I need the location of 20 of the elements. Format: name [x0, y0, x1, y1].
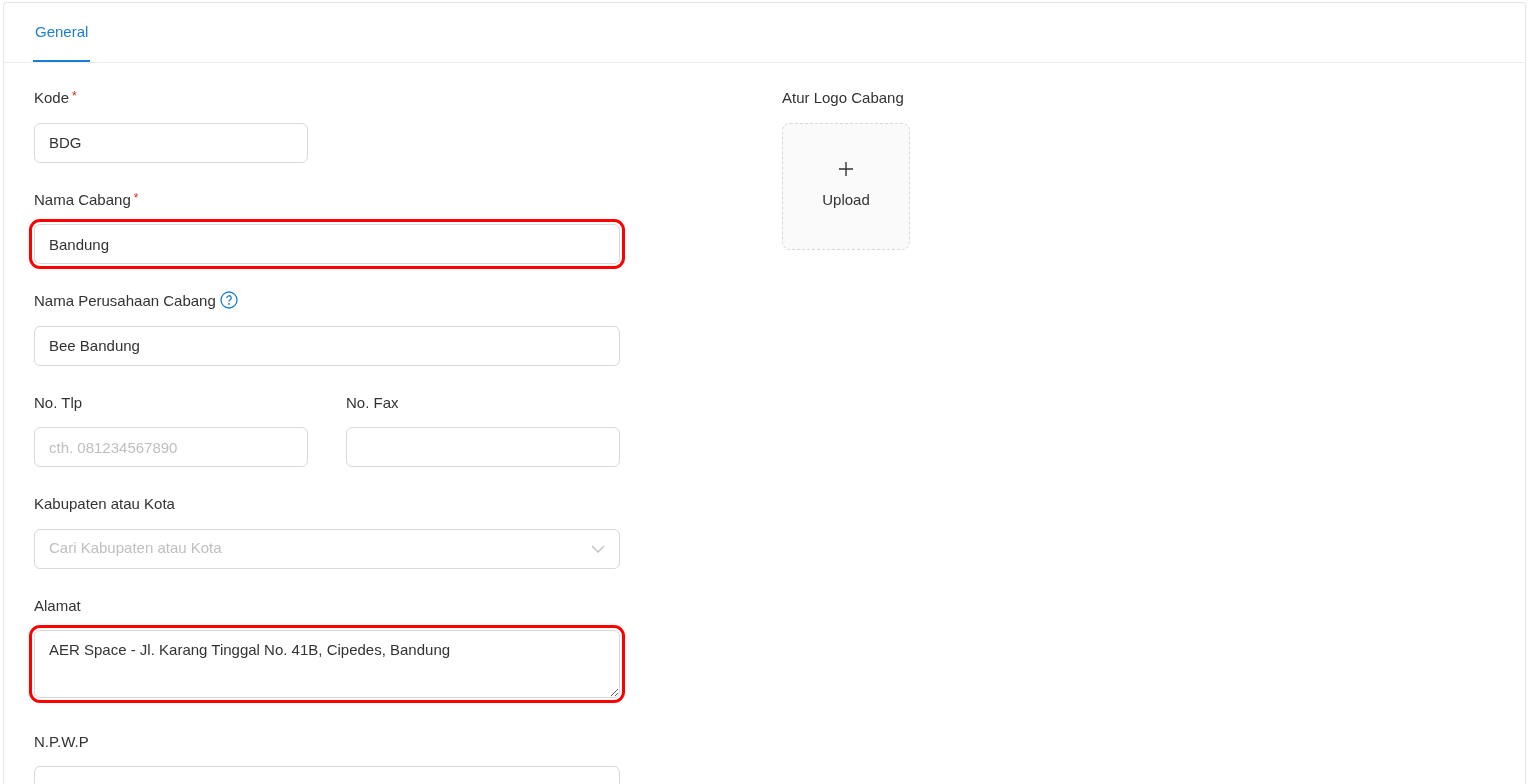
field-label: N.P.W.P [34, 731, 89, 752]
input-field[interactable] [346, 427, 620, 467]
field-label: Nama Cabang [34, 189, 131, 210]
input-field[interactable]: cth. 081234567890 [34, 427, 308, 467]
plus-icon [838, 160, 854, 177]
upload-button[interactable]: Upload [782, 122, 910, 250]
tab[interactable]: General [33, 20, 91, 62]
field-label: Atur Logo Cabang [782, 88, 904, 108]
field-label: No. Tlp [34, 392, 83, 413]
field-label: No. Fax [346, 392, 399, 413]
required-mark: * [72, 89, 77, 103]
field-label: Alamat [34, 595, 81, 616]
field-label: Nama Perusahaan Cabang [34, 291, 216, 311]
field-label: Kode [34, 88, 70, 108]
chevron-down-icon [591, 544, 605, 553]
required-mark: * [133, 190, 139, 205]
input-field[interactable]: Bee Bandung [34, 325, 620, 366]
input-field[interactable]: BDG [34, 122, 308, 163]
help-icon[interactable] [219, 291, 238, 309]
field-label: Kabupaten atau Kota [34, 494, 175, 514]
